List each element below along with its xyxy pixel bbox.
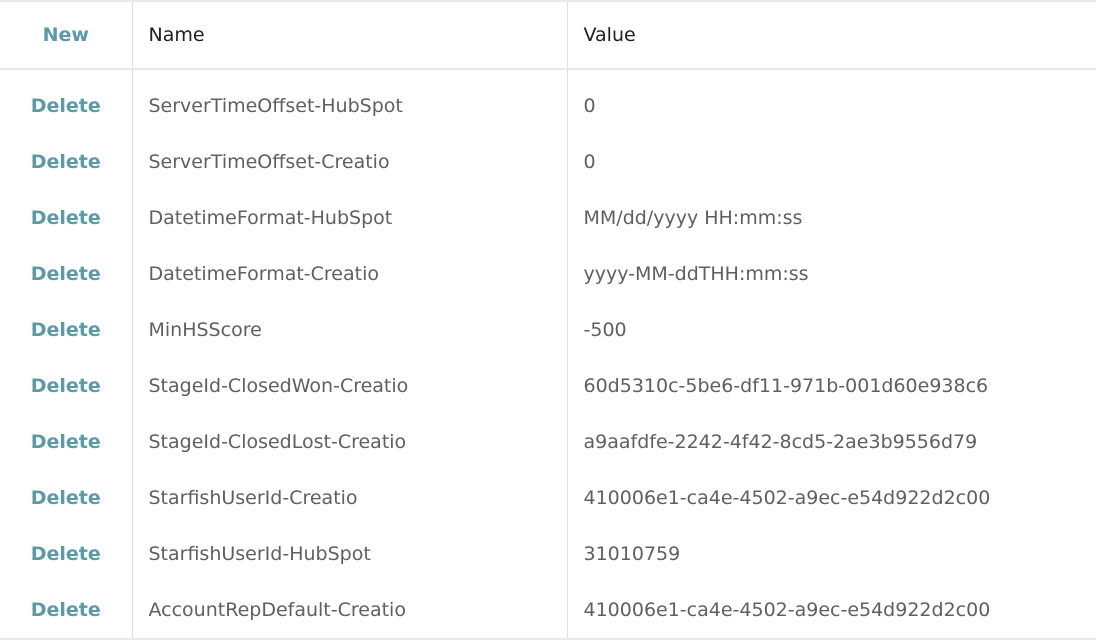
- name-cell: AccountRepDefault-Creatio: [132, 582, 568, 639]
- name-cell: StageId-ClosedWon-Creatio: [132, 358, 568, 414]
- header-row: New Name Value: [0, 1, 1096, 70]
- action-cell: Delete: [0, 526, 133, 582]
- delete-button[interactable]: Delete: [31, 207, 101, 229]
- name-cell: StageId-ClosedLost-Creatio: [132, 414, 568, 470]
- delete-button[interactable]: Delete: [31, 599, 101, 621]
- value-cell: a9aafdfe-2242-4f42-8cd5-2ae3b9556d79: [583, 431, 978, 453]
- name-cell: StarfishUserId-HubSpot: [132, 526, 568, 582]
- name-cell: ServerTimeOffset-HubSpot: [132, 69, 568, 134]
- delete-button[interactable]: Delete: [31, 263, 101, 285]
- header-action-cell: New: [0, 1, 133, 70]
- action-cell: Delete: [0, 134, 133, 190]
- name-cell: ServerTimeOffset-Creatio: [132, 134, 568, 190]
- delete-button[interactable]: Delete: [31, 151, 101, 173]
- table-row: Delete DatetimeFormat-HubSpot MM/dd/yyyy…: [0, 190, 1096, 246]
- new-button[interactable]: New: [43, 24, 89, 46]
- table-row: Delete ServerTimeOffset-HubSpot 0: [0, 69, 1096, 134]
- value-cell: 31010759: [583, 543, 681, 565]
- table-row: Delete MinHSScore -500: [0, 302, 1096, 358]
- table-row: Delete StageId-ClosedWon-Creatio 60d5310…: [0, 358, 1096, 414]
- table-row: Delete StarfishUserId-Creatio 410006e1-c…: [0, 470, 1096, 526]
- value-cell: MM/dd/yyyy HH:mm:ss: [583, 207, 803, 229]
- name-cell: DatetimeFormat-Creatio: [132, 246, 568, 302]
- value-cell: -500: [583, 319, 627, 341]
- delete-button[interactable]: Delete: [31, 431, 101, 453]
- delete-button[interactable]: Delete: [31, 319, 101, 341]
- value-cell: 60d5310c-5be6-df11-971b-001d60e938c6: [583, 375, 989, 397]
- header-name: Name: [132, 1, 568, 70]
- table-row: Delete AccountRepDefault-Creatio 410006e…: [0, 582, 1096, 639]
- action-cell: Delete: [0, 302, 133, 358]
- table-body: Delete ServerTimeOffset-HubSpot 0 Delete…: [0, 69, 1096, 639]
- action-cell: Delete: [0, 69, 133, 134]
- name-cell: StarfishUserId-Creatio: [132, 470, 568, 526]
- value-cell: yyyy-MM-ddTHH:mm:ss: [583, 263, 809, 285]
- action-cell: Delete: [0, 470, 133, 526]
- value-cell: 410006e1-ca4e-4502-a9ec-e54d922d2c00: [583, 487, 991, 509]
- table-row: Delete DatetimeFormat-Creatio yyyy-MM-dd…: [0, 246, 1096, 302]
- value-cell: 410006e1-ca4e-4502-a9ec-e54d922d2c00: [583, 599, 991, 621]
- name-cell: MinHSScore: [132, 302, 568, 358]
- action-cell: Delete: [0, 358, 133, 414]
- header-value: Value: [567, 1, 1096, 70]
- delete-button[interactable]: Delete: [31, 543, 101, 565]
- delete-button[interactable]: Delete: [31, 487, 101, 509]
- table-row: Delete ServerTimeOffset-Creatio 0: [0, 134, 1096, 190]
- action-cell: Delete: [0, 414, 133, 470]
- delete-button[interactable]: Delete: [31, 95, 101, 117]
- action-cell: Delete: [0, 582, 133, 639]
- settings-table: New Name Value Delete ServerTimeOffset-H…: [0, 0, 1096, 640]
- action-cell: Delete: [0, 246, 133, 302]
- delete-button[interactable]: Delete: [31, 375, 101, 397]
- action-cell: Delete: [0, 190, 133, 246]
- table-row: Delete StageId-ClosedLost-Creatio a9aafd…: [0, 414, 1096, 470]
- table-row: Delete StarfishUserId-HubSpot 31010759: [0, 526, 1096, 582]
- value-cell: 0: [583, 151, 596, 173]
- table-header: New Name Value: [0, 1, 1096, 70]
- name-cell: DatetimeFormat-HubSpot: [132, 190, 568, 246]
- value-cell: 0: [583, 95, 596, 117]
